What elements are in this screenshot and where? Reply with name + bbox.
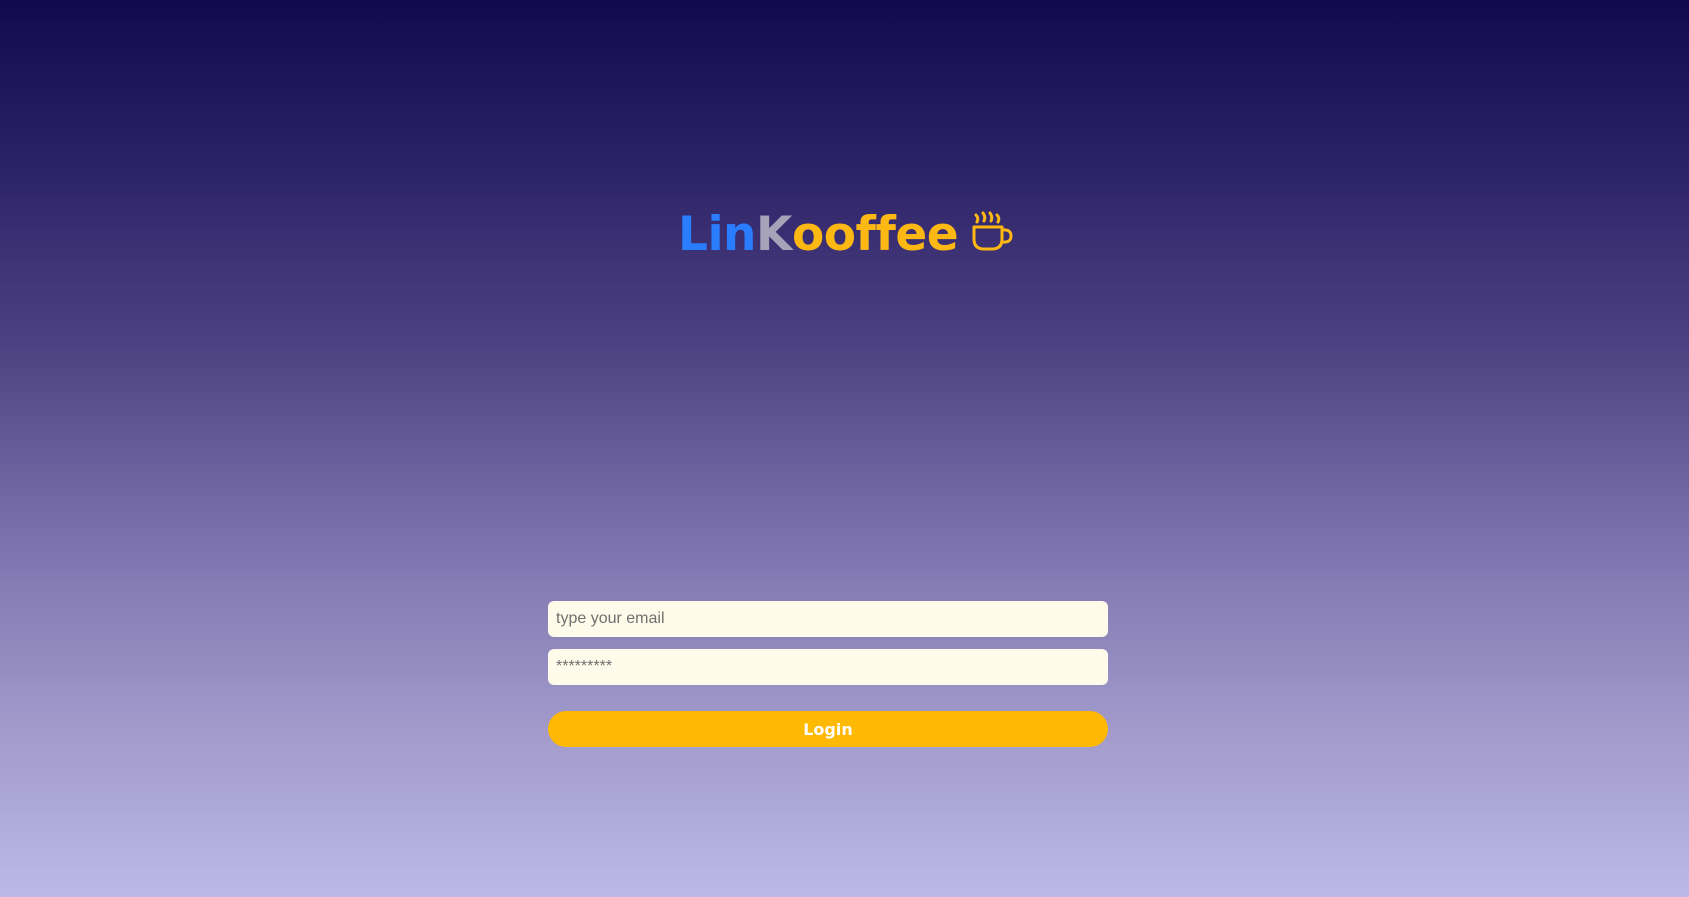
app-logo: Lin Kooffee (678, 204, 1014, 264)
logo-text-k: K (756, 206, 792, 262)
email-input[interactable] (548, 601, 1108, 637)
login-form: Login (548, 601, 1108, 747)
login-page: { "logo": { "part_a": "Lin", "part_b": "… (0, 0, 1689, 897)
login-button[interactable]: Login (548, 711, 1108, 747)
password-input[interactable] (548, 649, 1108, 685)
coffee-cup-icon (970, 209, 1014, 253)
logo-text-lin: Lin (678, 206, 757, 262)
logo-text-ooffee: ooffee (791, 206, 959, 262)
